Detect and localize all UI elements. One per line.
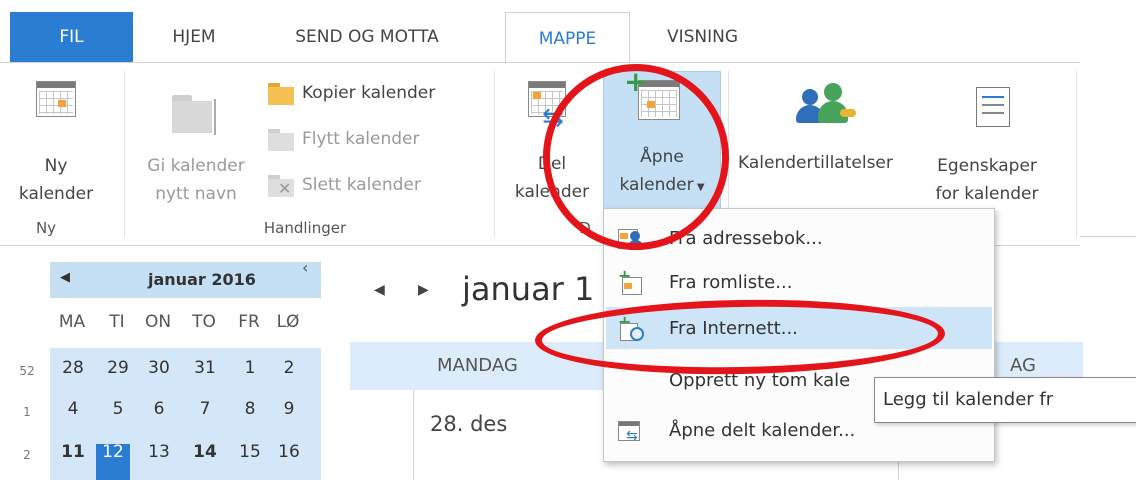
day-cell[interactable]: 30 bbox=[143, 358, 175, 378]
menu-item-from-address-book[interactable]: Fra adressebok... bbox=[606, 217, 992, 259]
address-book-icon bbox=[618, 225, 644, 251]
delete-calendar-button[interactable]: ✕ Slett kalender bbox=[264, 169, 479, 203]
open-calendar-button[interactable]: + Åpne kalender ▼ bbox=[603, 65, 721, 215]
calendar-properties-button[interactable]: Egenskaper for kalender bbox=[912, 71, 1068, 211]
day-cell[interactable]: 11 bbox=[57, 442, 89, 462]
day-cell-today[interactable]: 12 bbox=[97, 442, 129, 462]
menu-item-label: Fra adressebok... bbox=[669, 227, 823, 249]
weekday-header: TO bbox=[192, 312, 216, 332]
week-number: 2 bbox=[23, 448, 31, 462]
weekday-header: ON bbox=[144, 312, 172, 332]
chevron-down-icon: ▼ bbox=[693, 182, 705, 193]
tab-fil[interactable]: FIL bbox=[10, 12, 133, 62]
calendar-view-title: januar 1 bbox=[462, 270, 595, 308]
day-cell[interactable]: 28 bbox=[57, 358, 89, 378]
day-header-monday: MANDAG bbox=[437, 355, 518, 376]
mini-calendar-header: ◀ januar 2016 bbox=[50, 262, 321, 298]
share-arrow-icon: ⇆ bbox=[542, 103, 564, 133]
tooltip: Legg til kalender fr bbox=[874, 377, 1136, 423]
group-separator bbox=[494, 71, 495, 237]
rename-folder-icon bbox=[172, 95, 218, 135]
day-cell[interactable]: 4 bbox=[57, 399, 89, 419]
copy-folder-icon bbox=[268, 83, 296, 105]
day-cell[interactable]: 6 bbox=[143, 399, 175, 419]
weekday-header: MA bbox=[58, 312, 86, 332]
group-label-handlinger: Handlinger bbox=[263, 219, 347, 237]
open-calendar-label-2: kalender ▼ bbox=[619, 175, 705, 195]
previous-month-button[interactable]: ◀ bbox=[60, 270, 70, 285]
copy-calendar-button[interactable]: Kopier kalender bbox=[264, 77, 479, 111]
group-label-del: D bbox=[579, 219, 591, 237]
properties-list-icon bbox=[976, 87, 1010, 127]
move-folder-icon bbox=[268, 129, 296, 151]
calendar-properties-label-1: Egenskaper bbox=[937, 156, 1037, 176]
internet-calendar-icon: + bbox=[618, 314, 644, 341]
ribbon-divider bbox=[1080, 236, 1136, 237]
tab-visning[interactable]: VISNING bbox=[650, 12, 755, 62]
group-separator bbox=[124, 71, 125, 237]
weekday-header: FR bbox=[238, 312, 260, 332]
rename-label-2: nytt navn bbox=[155, 184, 237, 204]
collapse-pane-icon[interactable]: ‹ bbox=[302, 258, 308, 277]
menu-item-label: Fra Internett... bbox=[669, 317, 798, 339]
room-list-icon: + bbox=[618, 268, 644, 295]
plus-icon: + bbox=[624, 65, 648, 98]
calendar-properties-label-2: for kalender bbox=[935, 184, 1039, 204]
day-cell[interactable]: 7 bbox=[189, 399, 221, 419]
people-permissions-icon bbox=[796, 83, 860, 131]
new-calendar-button[interactable]: Ny kalender bbox=[10, 71, 120, 211]
weekday-header: TI bbox=[109, 312, 125, 332]
day-header: AG bbox=[1010, 355, 1036, 376]
move-calendar-label: Flytt kalender bbox=[302, 129, 420, 149]
week-number: 52 bbox=[19, 364, 35, 378]
new-calendar-icon bbox=[36, 81, 76, 117]
day-cell[interactable]: 15 bbox=[234, 442, 266, 462]
day-cell[interactable]: 31 bbox=[189, 358, 221, 378]
delete-calendar-label: Slett kalender bbox=[302, 175, 421, 195]
day-cell[interactable]: 1 bbox=[234, 358, 266, 378]
share-calendar-label-2: kalender bbox=[514, 182, 590, 202]
calendar-permissions-label: Kalendertillatelser bbox=[738, 153, 893, 173]
rename-calendar-button[interactable]: Gi kalender nytt navn bbox=[130, 71, 260, 211]
menu-item-label: Opprett ny tom kale bbox=[669, 369, 851, 391]
day-cell[interactable]: 9 bbox=[273, 399, 305, 419]
open-calendar-menu: Fra adressebok... + Fra romliste... + Fr… bbox=[603, 208, 995, 462]
day-cell[interactable]: 29 bbox=[102, 358, 134, 378]
open-calendar-label-1: Åpne bbox=[640, 147, 684, 167]
tab-hjem[interactable]: HJEM bbox=[150, 12, 238, 62]
menu-item-from-internet[interactable]: + Fra Internett... bbox=[606, 307, 992, 349]
day-cell[interactable]: 8 bbox=[234, 399, 266, 419]
share-calendar-label-1: Del bbox=[537, 154, 567, 174]
copy-calendar-label: Kopier kalender bbox=[302, 83, 436, 103]
share-calendar-button[interactable]: ⇆ Del kalender bbox=[502, 71, 602, 215]
previous-period-button[interactable]: ◀ bbox=[374, 282, 385, 298]
delete-folder-icon: ✕ bbox=[268, 175, 296, 197]
weekday-header: LØ bbox=[276, 312, 300, 332]
ribbon-tab-bar: FIL HJEM SEND OG MOTTA MAPPE VISNING bbox=[0, 0, 1136, 64]
new-calendar-label-2: kalender bbox=[18, 184, 94, 204]
menu-item-label: Fra romliste... bbox=[669, 271, 793, 293]
rename-label-1: Gi kalender bbox=[147, 156, 245, 176]
tab-send-og-motta[interactable]: SEND OG MOTTA bbox=[262, 12, 472, 62]
menu-item-from-room-list[interactable]: + Fra romliste... bbox=[606, 261, 992, 303]
date-label: 28. des bbox=[430, 412, 508, 436]
new-calendar-label-1: Ny bbox=[44, 156, 68, 176]
day-cell[interactable]: 5 bbox=[102, 399, 134, 419]
move-calendar-button[interactable]: Flytt kalender bbox=[264, 123, 479, 157]
tab-mappe[interactable]: MAPPE bbox=[505, 12, 630, 64]
day-cell[interactable]: 13 bbox=[143, 442, 175, 462]
day-cell[interactable]: 14 bbox=[189, 442, 221, 462]
mini-calendar-title: januar 2016 bbox=[148, 270, 256, 289]
week-number: 1 bbox=[23, 405, 31, 419]
menu-item-label: Åpne delt kalender... bbox=[669, 419, 856, 441]
group-label-ny: Ny bbox=[35, 219, 57, 237]
grid-line bbox=[413, 390, 414, 480]
day-cell[interactable]: 16 bbox=[273, 442, 305, 462]
shared-calendar-icon: ⇆ bbox=[618, 417, 644, 443]
group-separator bbox=[1076, 71, 1077, 237]
next-period-button[interactable]: ▶ bbox=[418, 282, 429, 298]
day-cell[interactable]: 2 bbox=[273, 358, 305, 378]
calendar-permissions-button[interactable]: Kalendertillatelser bbox=[736, 71, 912, 211]
